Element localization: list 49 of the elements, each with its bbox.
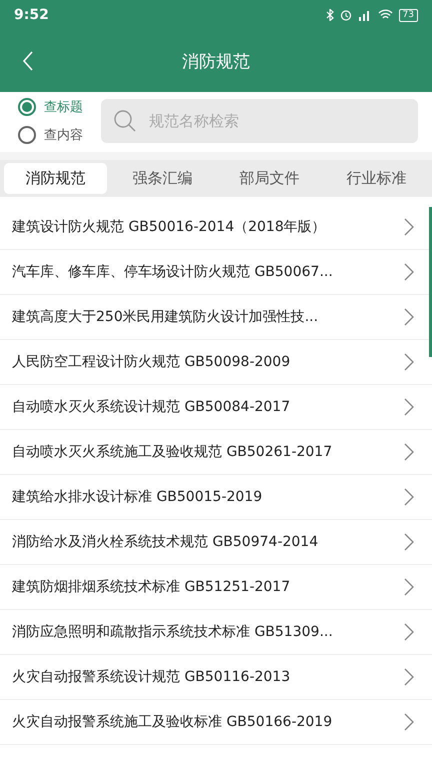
bluetooth-icon [326, 9, 334, 21]
list-item[interactable]: 消防应急照明和疏散指示系统技术标准 GB51309... [0, 610, 432, 655]
item-title: 人民防空工程设计防火规范 GB50098-2009 [12, 353, 290, 371]
tab[interactable]: 部局文件 [218, 163, 321, 194]
list-item[interactable]: 自动喷水灭火系统设计规范 GB50084-2017 [0, 385, 432, 430]
chevron-icon [404, 713, 414, 731]
back-icon[interactable] [22, 51, 34, 71]
item-title: 火灾自动报警系统施工及验收标准 GB50166-2019 [12, 713, 332, 731]
list-item[interactable]: 火灾自动报警系统设计规范 GB50116-2013 [0, 655, 432, 700]
radio-button[interactable] [18, 126, 36, 144]
tab[interactable]: 消防规范 [4, 163, 107, 194]
radio-button[interactable] [18, 98, 36, 116]
chevron-icon [404, 353, 414, 371]
item-title: 消防应急照明和疏散指示系统技术标准 GB51309... [12, 623, 333, 641]
chevron-icon [404, 533, 414, 551]
status-time: 9:52 [14, 7, 49, 23]
chevron-icon [404, 623, 414, 641]
search-field[interactable]: 规范名称检索 [101, 99, 418, 143]
item-title: 建筑给水排水设计标准 GB50015-2019 [12, 488, 262, 506]
item-title: 建筑高度大于250米民用建筑防火设计加强性技... [12, 308, 318, 326]
item-title: 汽车库、修车库、停车场设计防火规范 GB50067... [12, 263, 333, 281]
item-title: 建筑设计防火规范 GB50016-2014（2018年版） [12, 218, 326, 236]
wifi-icon [378, 9, 393, 21]
item-title: 火灾自动报警系统设计规范 GB50116-2013 [12, 668, 290, 686]
chevron-icon [404, 398, 414, 416]
item-title: 消防给水及消火栓系统技术规范 GB50974-2014 [12, 533, 318, 551]
chevron-icon [404, 218, 414, 236]
item-title: 自动喷水灭火系统施工及验收规范 GB50261-2017 [12, 443, 332, 461]
chevron-icon [404, 668, 414, 686]
tab[interactable]: 行业标准 [325, 163, 428, 194]
item-title: 建筑防烟排烟系统技术标准 GB51251-2017 [12, 578, 290, 596]
chevron-icon [404, 578, 414, 596]
list-item[interactable]: 建筑给水排水设计标准 GB50015-2019 [0, 475, 432, 520]
chevron-icon [404, 263, 414, 281]
chevron-icon [404, 488, 414, 506]
chevron-icon [404, 443, 414, 461]
battery-icon: 73 [398, 8, 418, 22]
signal-icon [358, 9, 372, 21]
item-title: 自动喷水灭火系统设计规范 GB50084-2017 [12, 398, 290, 416]
radio-label[interactable]: 查内容 [44, 126, 83, 144]
list-item[interactable]: 消防给水及消火栓系统技术规范 GB50974-2014 [0, 520, 432, 565]
radio-label[interactable]: 查标题 [44, 98, 83, 116]
list-item[interactable]: 自动喷水灭火系统施工及验收规范 GB50261-2017 [0, 430, 432, 475]
chevron-icon [404, 308, 414, 326]
list-item[interactable]: 火灾自动报警系统施工及验收标准 GB50166-2019 [0, 700, 432, 745]
tab[interactable]: 强条汇编 [111, 163, 214, 194]
alarm-icon [340, 9, 352, 21]
list-item[interactable]: 建筑防烟排烟系统技术标准 GB51251-2017 [0, 565, 432, 610]
page-title: 消防规范 [182, 50, 250, 72]
